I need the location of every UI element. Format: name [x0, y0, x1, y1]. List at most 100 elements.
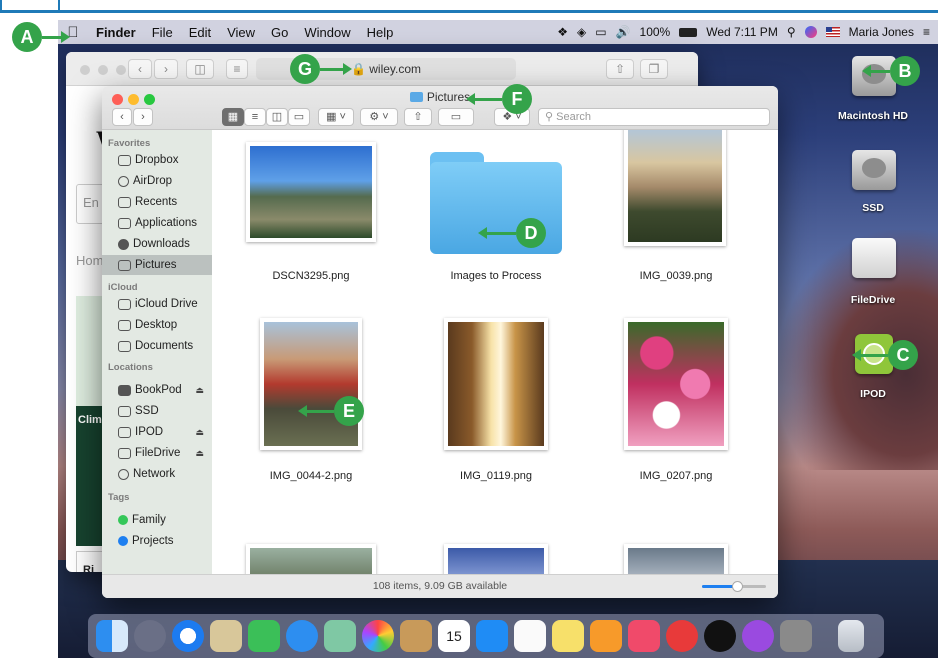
maps-dock-icon[interactable] — [324, 620, 356, 652]
desktop-icon-ssd[interactable]: SSD — [828, 150, 918, 214]
menu-finder[interactable]: Finder — [88, 25, 144, 40]
news-dock-icon[interactable] — [666, 620, 698, 652]
sidebar-item-ssd[interactable]: SSD — [102, 401, 212, 421]
menu-view[interactable]: View — [219, 25, 263, 40]
file-name[interactable]: IMG_0044-2.png — [226, 470, 396, 482]
battery-percent[interactable]: 100% — [640, 25, 671, 39]
apple-tv-dock-icon[interactable] — [704, 620, 736, 652]
safari-minimize-button[interactable] — [98, 65, 108, 75]
airplay-icon[interactable]: ▭ — [595, 25, 606, 39]
file-name[interactable]: DSCN3295.png — [226, 270, 396, 282]
share-button[interactable]: ⇧ — [404, 108, 432, 126]
podcasts-dock-icon[interactable] — [742, 620, 774, 652]
siri-icon[interactable] — [804, 26, 817, 38]
slider-knob[interactable] — [732, 581, 743, 592]
icon-view-button[interactable]: ▦ — [222, 108, 244, 126]
sidebar-item-icloud-drive[interactable]: iCloud Drive — [102, 294, 212, 314]
sidebar-item-recents[interactable]: Recents — [102, 192, 212, 212]
finder-back-button[interactable]: ‹ — [112, 108, 132, 126]
sidebar-item-ipod[interactable]: IPOD ⏏ — [102, 422, 212, 442]
file-name[interactable]: IMG_0207.png — [591, 470, 761, 482]
safari-share-button[interactable]: ⇧ — [606, 59, 634, 79]
safari-tabs-button[interactable]: ❐ — [640, 59, 668, 79]
file-thumbnail[interactable] — [624, 318, 728, 450]
eject-icon[interactable]: ⏏ — [195, 422, 204, 442]
finder-dock-icon[interactable] — [96, 620, 128, 652]
safari-close-button[interactable] — [80, 65, 90, 75]
menu-help[interactable]: Help — [359, 25, 402, 40]
messages-dock-icon[interactable] — [286, 620, 318, 652]
spotlight-icon[interactable]: ⚲ — [787, 25, 796, 39]
eject-icon[interactable]: ⏏ — [195, 380, 204, 400]
menu-file[interactable]: File — [144, 25, 181, 40]
notification-center-icon[interactable]: ≡ — [923, 25, 930, 39]
contacts-dock-icon[interactable] — [400, 620, 432, 652]
sidebar-item-airdrop[interactable]: AirDrop — [102, 171, 212, 191]
blue-tag-icon — [118, 536, 128, 546]
mail-dock-icon[interactable] — [210, 620, 242, 652]
battery-icon[interactable] — [679, 27, 698, 37]
sidebar-item-bookpod[interactable]: BookPod ⏏ — [102, 380, 212, 400]
tags-button[interactable]: ▭ — [438, 108, 474, 126]
group-button[interactable]: ▦ ˅ — [318, 108, 354, 126]
app-store-dock-icon[interactable] — [476, 620, 508, 652]
finder-forward-button[interactable]: › — [133, 108, 153, 126]
sidebar-item-documents[interactable]: Documents — [102, 336, 212, 356]
eject-icon[interactable]: ⏏ — [195, 443, 204, 463]
volume-icon[interactable]: 🔊 — [616, 25, 631, 39]
safari-zoom-button[interactable] — [116, 65, 126, 75]
launchpad-dock-icon[interactable] — [134, 620, 166, 652]
folder-name[interactable]: Images to Process — [411, 270, 581, 282]
sidebar-tag-family[interactable]: Family — [102, 510, 212, 530]
icon-size-slider[interactable] — [702, 581, 766, 592]
music-dock-icon[interactable] — [628, 620, 660, 652]
gallery-view-button[interactable]: ▭ — [288, 108, 310, 126]
safari-forward-button[interactable]: › — [154, 59, 178, 79]
file-thumbnail[interactable] — [260, 318, 362, 450]
desktop-icon-filedrive[interactable]: FileDrive — [828, 238, 918, 318]
file-thumbnail-partial[interactable] — [624, 544, 728, 574]
notes-dock-icon[interactable] — [552, 620, 584, 652]
file-thumbnail[interactable] — [246, 142, 376, 242]
photos-dock-icon[interactable] — [362, 620, 394, 652]
input-source-flag-icon[interactable] — [825, 27, 840, 37]
safari-reader-button[interactable]: ≡ — [226, 59, 248, 79]
safari-nav-link[interactable]: Hom — [76, 253, 103, 268]
user-name[interactable]: Maria Jones — [849, 25, 914, 39]
sidebar-tag-projects[interactable]: Projects — [102, 531, 212, 551]
safari-sidebar-button[interactable]: ◫ — [186, 59, 214, 79]
system-preferences-dock-icon[interactable] — [780, 620, 812, 652]
sidebar-item-dropbox[interactable]: Dropbox — [102, 150, 212, 170]
sidebar-item-desktop[interactable]: Desktop — [102, 315, 212, 335]
file-thumbnail-partial[interactable] — [444, 544, 548, 574]
reminders-dock-icon[interactable] — [514, 620, 546, 652]
menu-edit[interactable]: Edit — [181, 25, 219, 40]
sidebar-item-downloads[interactable]: Downloads — [102, 234, 212, 254]
dropbox-status-icon[interactable]: ❖ — [557, 25, 568, 39]
facetime-dock-icon[interactable] — [248, 620, 280, 652]
finder-search-field[interactable]: ⚲ Search — [538, 108, 770, 126]
calendar-dock-icon[interactable]: 15 — [438, 620, 470, 652]
sidebar-item-pictures[interactable]: Pictures — [102, 255, 212, 275]
sidebar-item-applications[interactable]: Applications — [102, 213, 212, 233]
menu-go[interactable]: Go — [263, 25, 296, 40]
file-thumbnail[interactable] — [444, 318, 548, 450]
menubar-clock[interactable]: Wed 7:11 PM — [706, 25, 778, 39]
file-thumbnail[interactable] — [624, 130, 726, 246]
file-thumbnail-partial[interactable] — [246, 544, 376, 574]
column-view-button[interactable]: ◫ — [266, 108, 288, 126]
file-name[interactable]: IMG_0039.png — [591, 270, 761, 282]
sidebar-item-filedrive[interactable]: FileDrive ⏏ — [102, 443, 212, 463]
trash-dock-icon[interactable] — [838, 620, 864, 652]
safari-dock-icon[interactable] — [172, 620, 204, 652]
list-view-button[interactable]: ≡ — [244, 108, 266, 126]
safari-back-button[interactable]: ‹ — [128, 59, 152, 79]
file-name[interactable]: IMG_0119.png — [411, 470, 581, 482]
desktop-icon-label: Macintosh HD — [837, 110, 908, 122]
menu-window[interactable]: Window — [296, 25, 358, 40]
callout-g: G — [290, 54, 320, 84]
action-gear-button[interactable]: ⚙ ˅ — [360, 108, 398, 126]
books-dock-icon[interactable] — [590, 620, 622, 652]
sidebar-item-network[interactable]: Network — [102, 464, 212, 484]
wifi-icon[interactable]: ◈ — [577, 25, 586, 39]
